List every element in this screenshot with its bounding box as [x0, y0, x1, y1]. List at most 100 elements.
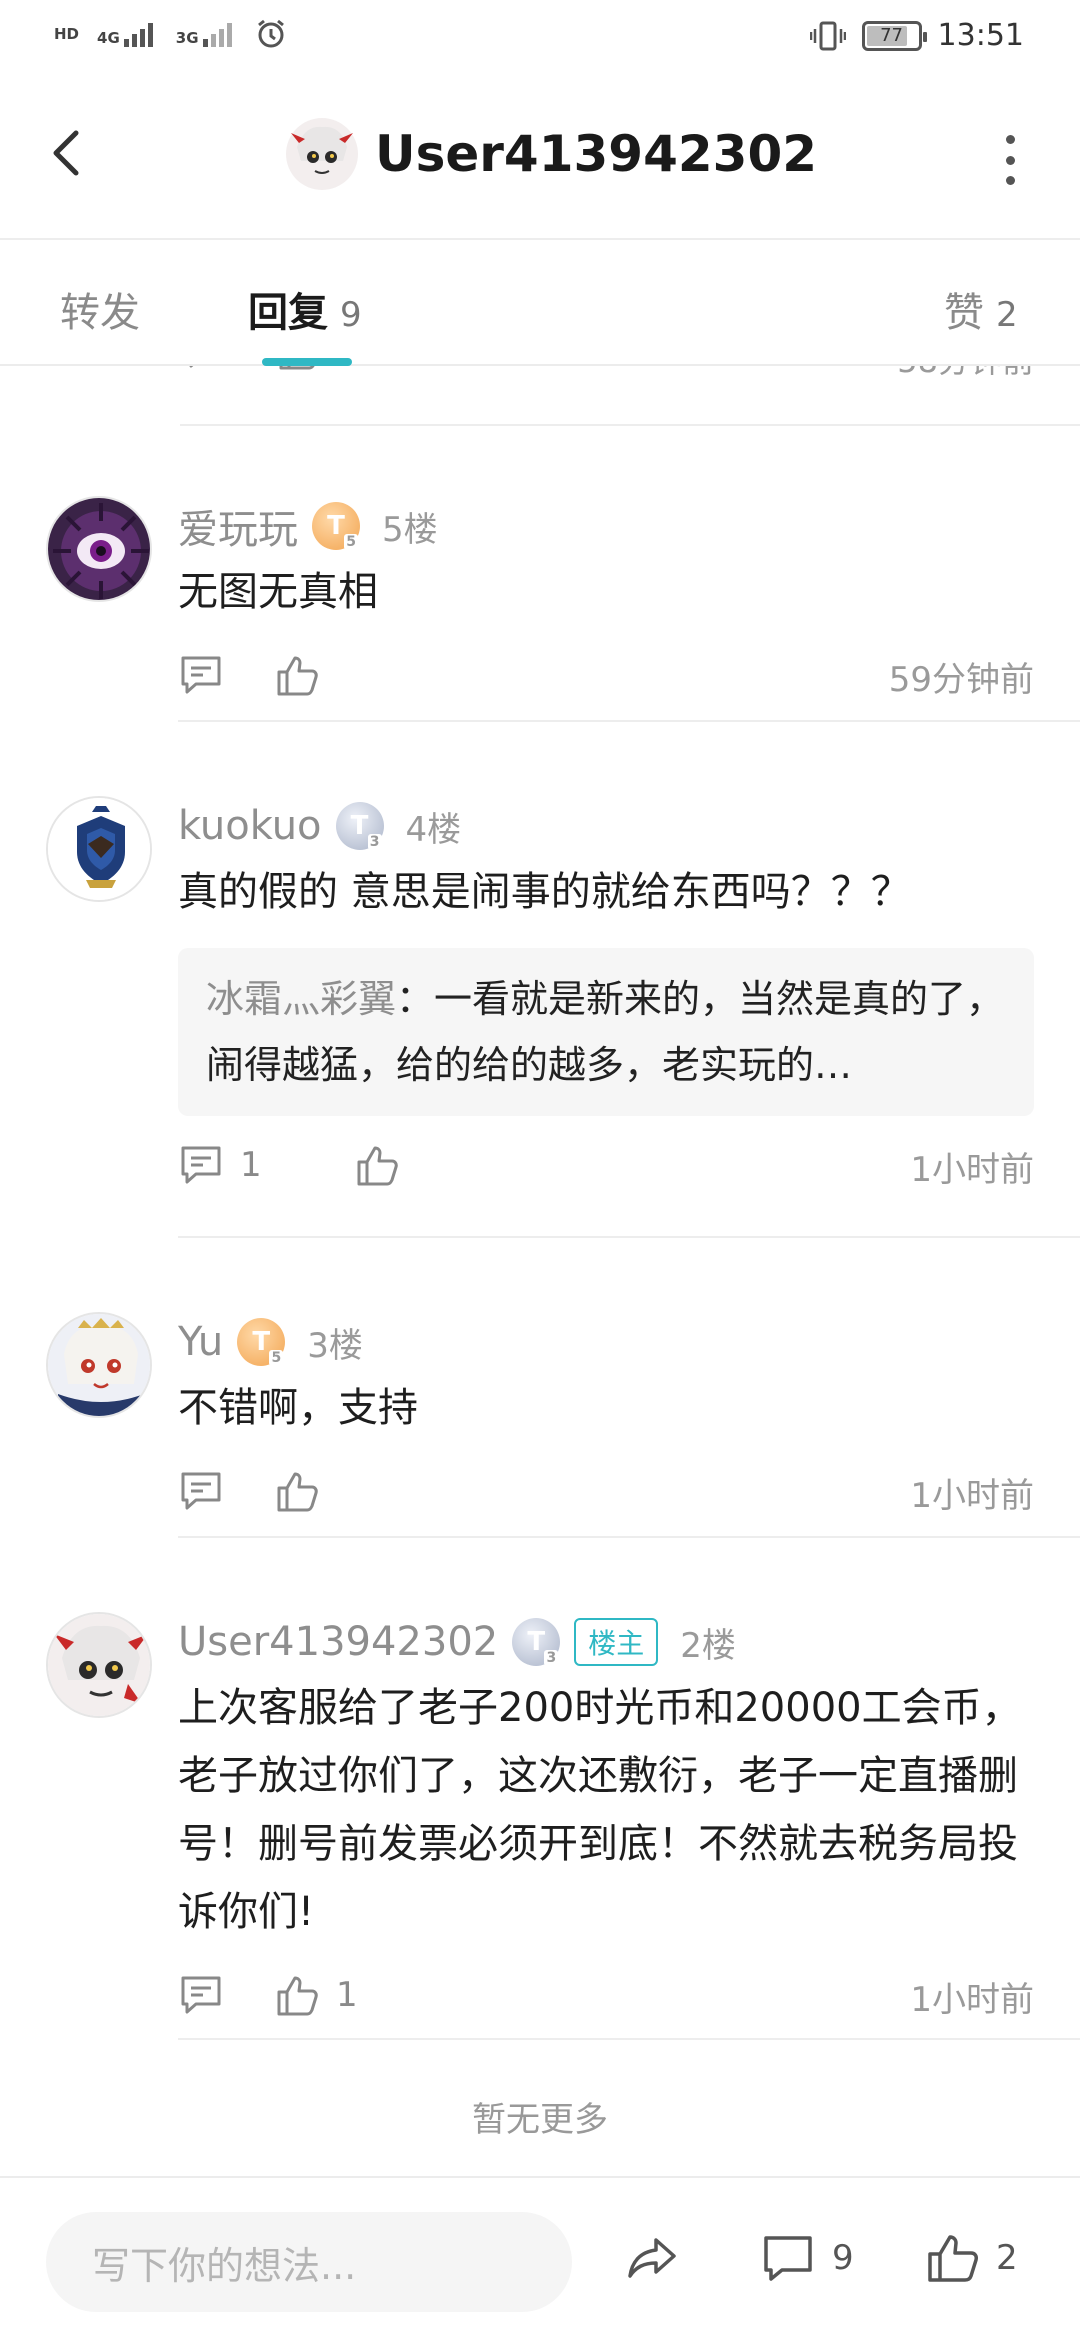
- comment-icon: [178, 1142, 224, 1188]
- floor-number: 3楼: [307, 1325, 363, 1366]
- back-button[interactable]: [40, 123, 100, 183]
- reply-meta: kuokuo T3 4楼: [178, 796, 1034, 856]
- username[interactable]: Yu: [178, 1319, 223, 1365]
- reply-time: 59分钟前: [888, 660, 1034, 700]
- comment-icon: [178, 1468, 224, 1514]
- more-options-button[interactable]: [1002, 135, 1018, 185]
- reply-time: 1小时前: [910, 1150, 1034, 1190]
- app-header: User413942302: [0, 75, 1080, 240]
- signal-4g-icon: 4G: [97, 21, 158, 47]
- avatar[interactable]: [46, 796, 152, 902]
- reply-meta: 爱玩玩 T5 5楼: [178, 496, 1034, 556]
- share-button[interactable]: [624, 2230, 680, 2286]
- like-icon: [274, 1972, 320, 2018]
- like-icon: [354, 1142, 400, 1188]
- vibrate-icon: [809, 20, 846, 52]
- reply-text: 不错啊，支持: [178, 1385, 418, 1431]
- reply-actions: 59分钟前: [178, 652, 1034, 712]
- bottom-bar: 写下你的想法... 9 2: [0, 2176, 1080, 2340]
- quoted-reply[interactable]: 冰霜灬彩翼：一看就是新来的，当然是真的了，闹得越猛，给的给的越多，老实玩的…: [178, 948, 1034, 1116]
- badge-letter: T: [252, 1327, 271, 1357]
- status-right: 77 13:51: [809, 18, 1024, 53]
- status-left: HD 4G 3G: [54, 18, 287, 50]
- avatar[interactable]: [46, 1612, 152, 1718]
- reply-meta: Yu T5 3楼: [178, 1312, 1034, 1372]
- like-bottom-button[interactable]: 2: [924, 2230, 1018, 2286]
- reply-actions: 1 1小时前: [178, 1972, 1034, 2032]
- avatar[interactable]: [46, 1312, 152, 1418]
- status-bar: HD 4G 3G 77 13:51: [0, 0, 1080, 75]
- floor-number: 4楼: [405, 809, 462, 850]
- quote-author: 冰霜灬彩翼: [206, 977, 397, 1021]
- badge-letter: T: [527, 1627, 546, 1657]
- divider: [178, 720, 1080, 722]
- level-badge: T5: [312, 502, 360, 550]
- active-tab-indicator: [262, 358, 352, 366]
- reply-time: 1小时前: [910, 1980, 1034, 2020]
- reply-actions: 1 1小时前: [178, 1142, 1034, 1202]
- tab-reposts[interactable]: 转发: [60, 280, 140, 338]
- like-button[interactable]: [354, 1142, 400, 1188]
- comment-button[interactable]: [178, 1972, 224, 2018]
- like-button[interactable]: 1: [274, 1972, 358, 2018]
- like-icon: [274, 652, 320, 698]
- clock: 13:51: [937, 18, 1024, 53]
- like-button[interactable]: [274, 652, 320, 698]
- comment-icon: [760, 2230, 816, 2286]
- tab-count: 9: [340, 295, 362, 335]
- reply-text: 真的假的 意思是闹事的就给东西吗？？？: [178, 869, 911, 915]
- reply-list[interactable]: 58分钟前 爱玩玩 T5 5楼 无图无真相 59分钟前: [0, 366, 1080, 2166]
- no-more-label: 暂无更多: [472, 2100, 608, 2140]
- reply-text: 无图无真相: [178, 569, 378, 615]
- tab-label: 回复: [248, 290, 328, 336]
- battery-icon: 77: [861, 20, 927, 51]
- badge-level: 5: [344, 534, 358, 550]
- avatar[interactable]: [46, 496, 152, 602]
- likes-count: 2: [996, 2238, 1018, 2278]
- tab-replies[interactable]: 回复 9: [248, 280, 362, 338]
- comment-button[interactable]: 1: [178, 1142, 262, 1188]
- reply-body: 爱玩玩 T5 5楼 无图无真相 59分钟前: [178, 496, 1034, 712]
- username[interactable]: User413942302: [178, 1619, 498, 1665]
- chevron-left-icon: [53, 130, 79, 176]
- floor-number: 2楼: [680, 1625, 736, 1666]
- divider: [178, 1236, 1080, 1238]
- network-4g-label: 4G: [97, 29, 120, 47]
- comment-input[interactable]: 写下你的想法...: [46, 2212, 572, 2312]
- badge-level: 5: [269, 1350, 284, 1366]
- reply-text: 上次客服给了老子200时光币和20000工会币，老子放过你们了，这次还敷衍，老子…: [178, 1685, 1022, 1935]
- comment-button[interactable]: [178, 652, 224, 698]
- like-icon: [274, 1468, 320, 1514]
- username[interactable]: kuokuo: [178, 803, 322, 849]
- page-title: User413942302: [375, 125, 818, 183]
- like-button[interactable]: [274, 1468, 320, 1514]
- username[interactable]: 爱玩玩: [178, 497, 298, 555]
- divider: [178, 2038, 1080, 2040]
- comment-icon: [178, 652, 224, 698]
- header-user[interactable]: User413942302: [285, 117, 817, 191]
- like-count: 1: [336, 1975, 358, 2015]
- list-item-partial: 58分钟前: [180, 366, 1080, 426]
- like-icon[interactable]: [276, 366, 322, 372]
- tab-likes[interactable]: 赞 2: [944, 280, 1018, 338]
- level-badge: T5: [237, 1318, 286, 1366]
- badge-letter: T: [350, 811, 369, 841]
- like-icon: [924, 2230, 980, 2286]
- alarm-icon: [255, 18, 287, 50]
- post-time: 58分钟前: [897, 366, 1034, 382]
- battery-level: 77: [880, 25, 903, 46]
- comments-button[interactable]: 9: [760, 2230, 854, 2286]
- reply-body: Yu T5 3楼 不错啊，支持 1小时前: [178, 1312, 1034, 1528]
- reply-body: kuokuo T3 4楼 真的假的 意思是闹事的就给东西吗？？？ 冰霜灬彩翼：一…: [178, 796, 1034, 1202]
- network-3g-label: 3G: [175, 29, 199, 47]
- owner-badge: 楼主: [574, 1618, 659, 1666]
- badge-letter: T: [327, 511, 345, 541]
- reply-time: 1小时前: [910, 1476, 1034, 1516]
- signal-3g-icon: 3G: [176, 21, 237, 47]
- comment-button[interactable]: [178, 1468, 224, 1514]
- tab-bar: 转发 回复 9 赞 2: [0, 242, 1080, 366]
- reply-actions: 1小时前: [178, 1468, 1034, 1528]
- comment-count: 1: [240, 1145, 262, 1185]
- comment-icon[interactable]: [182, 366, 228, 372]
- hd-indicator: HD: [54, 25, 80, 43]
